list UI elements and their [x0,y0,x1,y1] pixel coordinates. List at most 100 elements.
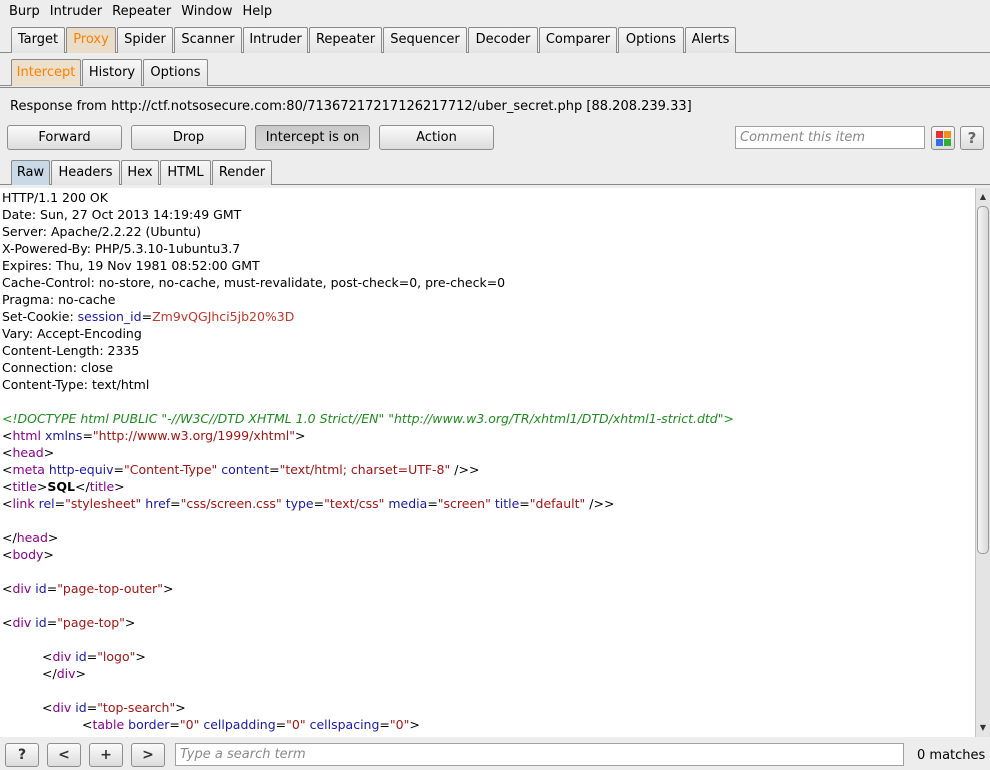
attr-name: http-equiv [48,462,114,477]
attr-value: "screen" [437,496,491,511]
tab-decoder[interactable]: Decoder [468,27,538,53]
color-blue-icon [936,139,943,146]
attr-value: "text/css" [324,496,385,511]
search-input[interactable]: Type a search term [175,743,904,766]
attr-value: "page-top" [57,615,125,630]
header-line: Content-Type: text/html [2,377,150,392]
attr-name: id [75,649,87,664]
action-button[interactable]: Action [379,125,494,150]
tab-hex[interactable]: Hex [121,160,159,185]
menu-bar: Burp Intruder Repeater Window Help [0,0,990,24]
menu-window[interactable]: Window [176,0,237,24]
attr-name: content [221,462,270,477]
tag-name: head [16,530,48,545]
header-line: Connection: close [2,360,114,375]
attr-value: "page-top-outer" [57,581,163,596]
attr-value: "default" [529,496,586,511]
attr-value: "0" [179,717,200,732]
tag-name: title [12,479,37,494]
div-line: <div id="page-top-outer"> [2,581,174,596]
tab-headers[interactable]: Headers [51,160,120,185]
tab-alerts[interactable]: Alerts [685,27,736,53]
search-prev-button[interactable]: < [47,743,81,767]
div-close-line: </div> [42,666,86,681]
color-green-icon [944,139,951,146]
tag-name: body [12,547,44,562]
tab-history[interactable]: History [82,59,142,86]
search-next-button[interactable]: > [131,743,165,767]
header-line: X-Powered-By: PHP/5.3.10-1ubuntu3.7 [2,241,241,256]
tag-name: div [56,666,76,681]
tag-name: div [12,615,32,630]
attr-name: rel [38,496,55,511]
header-line: Vary: Accept-Encoding [2,326,142,341]
color-orange-icon [944,131,951,138]
search-options-button[interactable]: + [89,743,123,767]
attr-name: title [494,496,520,511]
tab-intruder[interactable]: Intruder [243,27,308,53]
menu-help[interactable]: Help [238,0,278,24]
div-line: <div id="top-search"> [42,700,186,715]
menu-repeater[interactable]: Repeater [107,0,176,24]
attr-name: media [388,496,428,511]
link-line: <link rel="stylesheet" href="css/screen.… [2,496,615,511]
meta-line: <meta http-equiv="Content-Type" content=… [2,462,480,477]
attr-value: "css/screen.css" [180,496,282,511]
cookie-value: Zm9vQGJhci5jb20%3D [152,309,295,324]
head-open-line: <head> [2,445,55,460]
response-editor[interactable]: HTTP/1.1 200 OK Date: Sun, 27 Oct 2013 1… [0,188,975,737]
tab-spider[interactable]: Spider [117,27,173,53]
tab-scanner[interactable]: Scanner [174,27,242,53]
match-count: 0 matches [917,748,986,763]
drop-button[interactable]: Drop [131,125,246,150]
tab-target[interactable]: Target [11,27,65,53]
forward-button[interactable]: Forward [7,125,122,150]
tag-name: table [92,717,125,732]
tab-sequencer[interactable]: Sequencer [383,27,467,53]
attr-value: "Content-Type" [123,462,218,477]
header-line: Cache-Control: no-store, no-cache, must-… [2,275,506,290]
tag-name: title [89,479,115,494]
main-tab-bar: Target Proxy Spider Scanner Intruder Rep… [0,27,990,53]
highlight-color-button[interactable] [931,126,955,150]
title-line: <title>SQL</title> [2,479,125,494]
doctype-line: <!DOCTYPE html PUBLIC "-//W3C//DTD XHTML… [2,411,734,426]
menu-intruder[interactable]: Intruder [45,0,107,24]
tab-comparer[interactable]: Comparer [539,27,617,53]
tab-options[interactable]: Options [618,27,684,53]
attr-value: "http://www.w3.org/1999/xhtml" [92,428,295,443]
intercept-toggle-button[interactable]: Intercept is on [255,125,370,150]
table-line: <table border="0" cellpadding="0" cellsp… [82,717,420,732]
editor-scrollbar[interactable]: ▲ ▼ [975,188,990,737]
attr-name: id [75,700,87,715]
search-help-button[interactable]: ? [5,743,39,767]
comment-input[interactable]: Comment this item [735,126,925,149]
menu-burp[interactable]: Burp [4,0,45,24]
attr-name: cellspacing [309,717,380,732]
header-line: Server: Apache/2.2.22 (Ubuntu) [2,224,202,239]
div-line: <div id="logo"> [42,649,146,664]
tab-proxy[interactable]: Proxy [66,27,116,53]
scroll-up-icon[interactable]: ▲ [976,190,990,204]
tag-name: meta [12,462,45,477]
attr-name: cellpadding [203,717,276,732]
self-close: /> [450,462,469,477]
tab-intercept[interactable]: Intercept [11,59,81,86]
attr-name: id [35,581,47,596]
attr-value: "logo" [97,649,136,664]
attr-value: "top-search" [97,700,176,715]
header-line: Pragma: no-cache [2,292,116,307]
set-cookie-prefix: Set-Cookie: [2,309,78,324]
scroll-down-icon[interactable]: ▼ [976,721,990,735]
scroll-thumb[interactable] [977,206,989,554]
tab-raw[interactable]: Raw [11,160,50,185]
tab-render[interactable]: Render [212,160,272,185]
tab-repeater[interactable]: Repeater [309,27,382,53]
tab-html[interactable]: HTML [160,160,211,185]
header-line: HTTP/1.1 200 OK [2,190,108,205]
tag-name: div [52,649,72,664]
attr-value: "text/html; charset=UTF-8" [279,462,451,477]
tab-proxy-options[interactable]: Options [143,59,208,86]
attr-name: border [128,717,170,732]
help-icon[interactable]: ? [960,126,984,150]
